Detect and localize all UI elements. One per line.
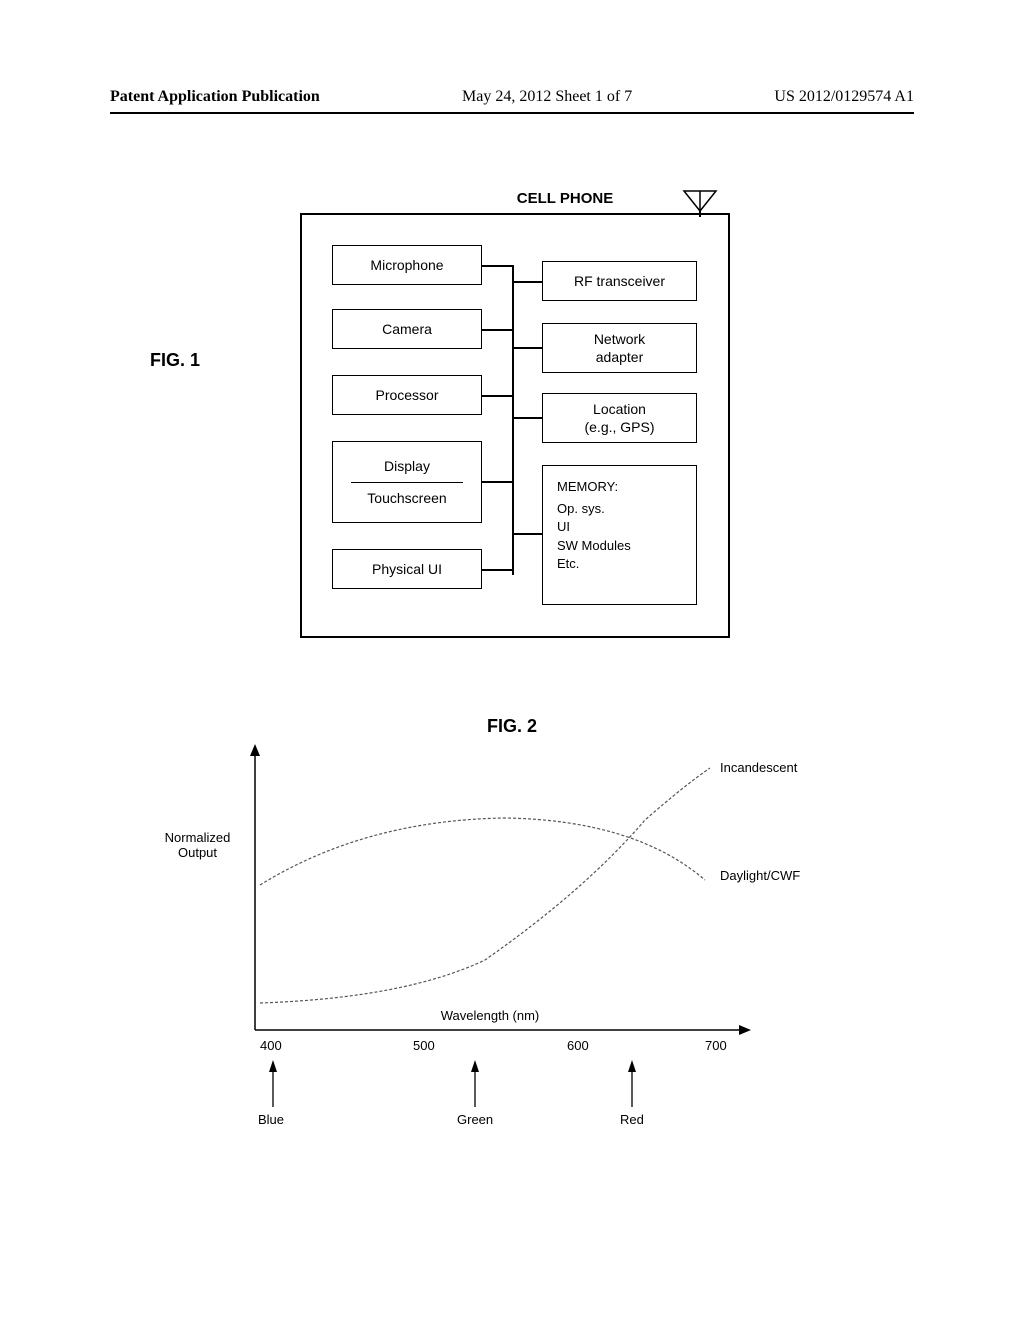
fig2-chart: Normalized Output Wavelength (nm) 400 50… [165, 740, 825, 1110]
display-touchscreen-block: Display Touchscreen [332, 441, 482, 523]
memory-line-1: UI [557, 518, 692, 536]
cell-phone-box: Microphone Camera Processor Display Touc… [300, 213, 730, 638]
bus-vertical [512, 265, 514, 575]
tick-600: 600 [567, 1038, 589, 1053]
ylabel-line2: Output [155, 845, 240, 860]
color-red: Red [620, 1112, 644, 1127]
stub-display [482, 481, 512, 483]
memory-block: MEMORY: Op. sys. UI SW Modules Etc. [542, 465, 697, 605]
stub-physical-ui [482, 569, 512, 571]
antenna-icon [682, 189, 718, 217]
stub-mic [482, 265, 512, 267]
series-daylight: Daylight/CWF [720, 868, 800, 883]
touchscreen-label: Touchscreen [367, 489, 446, 507]
processor-block: Processor [332, 375, 482, 415]
color-blue: Blue [258, 1112, 284, 1127]
rf-transceiver-block: RF transceiver [542, 261, 697, 301]
page-header: Patent Application Publication May 24, 2… [110, 88, 914, 106]
ylabel-line1: Normalized [155, 830, 240, 845]
header-right: US 2012/0129574 A1 [774, 88, 914, 106]
fig1-container: CELL PHONE Microphone Camera Processor D… [280, 190, 750, 638]
display-divider [351, 482, 463, 483]
stub-processor [482, 395, 512, 397]
header-divider [110, 112, 914, 114]
fig1-label: FIG. 1 [150, 350, 200, 371]
header-center: May 24, 2012 Sheet 1 of 7 [462, 88, 632, 106]
stub-location [514, 417, 542, 419]
location-block: Location (e.g., GPS) [542, 393, 697, 443]
chart-svg [165, 740, 825, 1110]
camera-block: Camera [332, 309, 482, 349]
stub-memory [514, 533, 542, 535]
microphone-block: Microphone [332, 245, 482, 285]
stub-camera [482, 329, 512, 331]
memory-title: MEMORY: [557, 478, 692, 496]
stub-network [514, 347, 542, 349]
display-label: Display [384, 457, 430, 475]
stub-rf [514, 281, 542, 283]
fig2-label: FIG. 2 [0, 716, 1024, 737]
tick-700: 700 [705, 1038, 727, 1053]
memory-line-0: Op. sys. [557, 500, 692, 518]
memory-line-2: SW Modules [557, 537, 692, 555]
y-axis-label: Normalized Output [155, 830, 240, 860]
memory-line-3: Etc. [557, 555, 692, 573]
series-incandescent: Incandescent [720, 760, 797, 775]
header-left: Patent Application Publication [110, 88, 320, 106]
x-axis-label: Wavelength (nm) [415, 1008, 565, 1023]
tick-500: 500 [413, 1038, 435, 1053]
network-adapter-block: Network adapter [542, 323, 697, 373]
physical-ui-block: Physical UI [332, 549, 482, 589]
color-green: Green [457, 1112, 493, 1127]
tick-400: 400 [260, 1038, 282, 1053]
